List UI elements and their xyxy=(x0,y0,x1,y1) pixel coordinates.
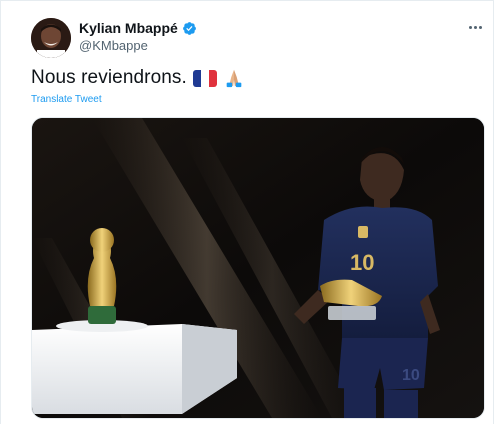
tweet-card: Kylian Mbappé @KMbappe Nous reviendrons.… xyxy=(0,0,494,424)
folded-hands-icon xyxy=(226,69,242,88)
avatar[interactable] xyxy=(31,18,71,58)
user-handle[interactable]: @KMbappe xyxy=(79,38,148,53)
tweet-media-photo[interactable]: 10 10 xyxy=(31,117,485,419)
avatar-photo xyxy=(31,18,71,58)
display-name[interactable]: Kylian Mbappé xyxy=(79,20,178,36)
user-name-row: Kylian Mbappé xyxy=(79,20,197,36)
tweet-text-content: Nous reviendrons. xyxy=(31,67,187,88)
verified-badge-icon xyxy=(182,21,196,35)
svg-text:10: 10 xyxy=(350,250,374,275)
more-options-icon[interactable] xyxy=(464,19,486,35)
translate-tweet-link[interactable]: Translate Tweet xyxy=(31,94,102,105)
france-flag-icon xyxy=(192,69,217,87)
svg-text:10: 10 xyxy=(402,367,420,384)
tweet-text: Nous reviendrons. xyxy=(31,67,245,89)
photo-image: 10 10 xyxy=(32,118,484,418)
